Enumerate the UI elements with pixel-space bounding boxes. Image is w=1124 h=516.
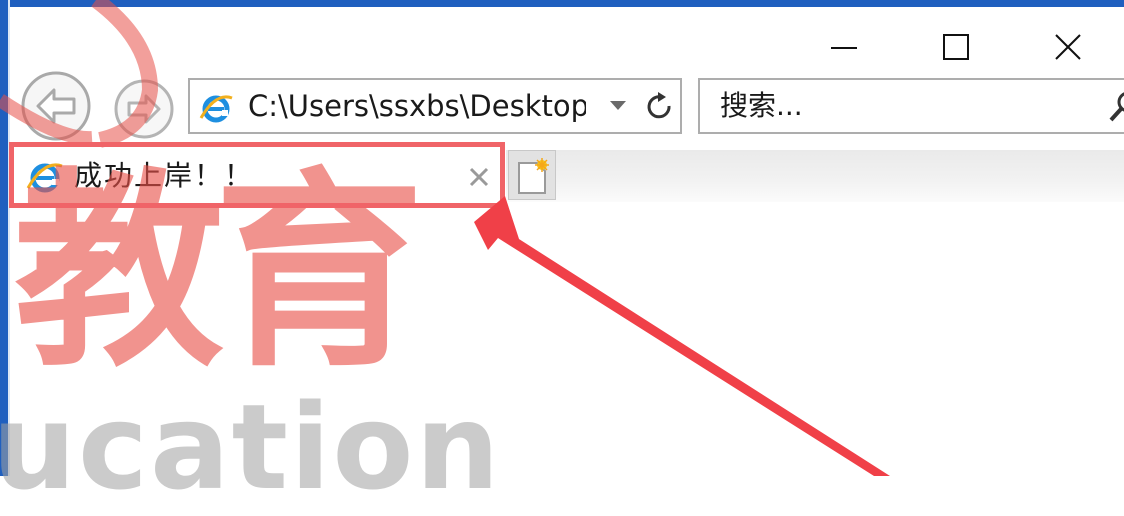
annotation-arrow [474,196,890,476]
